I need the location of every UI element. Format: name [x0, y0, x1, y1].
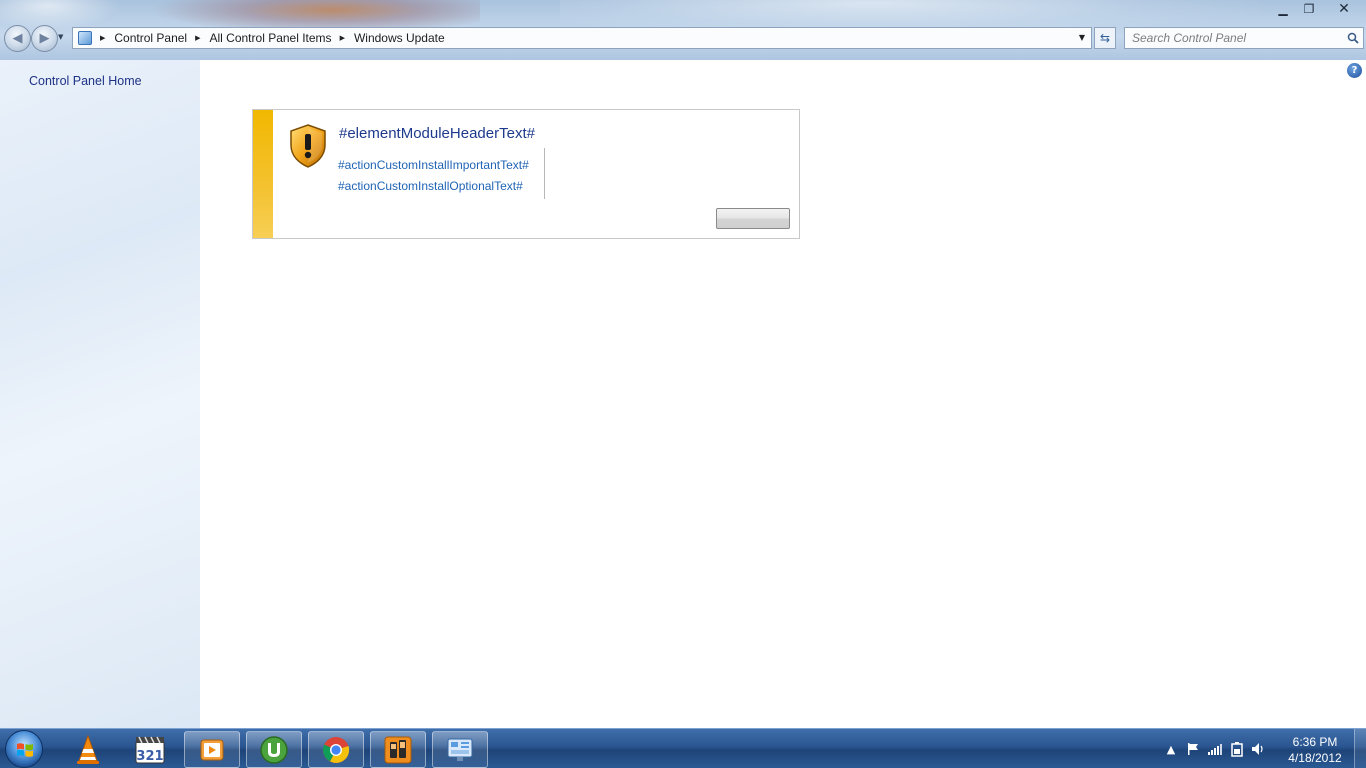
close-button[interactable]: ✕: [1322, 0, 1366, 18]
address-bar[interactable]: ▶ Control Panel ▶ All Control Panel Item…: [72, 27, 1092, 49]
utorrent-icon[interactable]: [246, 731, 302, 768]
video-player-icon[interactable]: [184, 731, 240, 768]
install-important-updates-link[interactable]: #actionCustomInstallImportantText#: [338, 158, 529, 172]
chrome-icon[interactable]: [308, 731, 364, 768]
search-box[interactable]: Search Control Panel: [1124, 27, 1364, 49]
control-panel-home-link[interactable]: Control Panel Home: [29, 74, 142, 88]
breadcrumb-separator-icon[interactable]: ▶: [195, 34, 200, 42]
control-panel-icon[interactable]: [432, 731, 488, 768]
clock-date: 4/18/2012: [1288, 751, 1342, 765]
address-history-dropdown-icon[interactable]: ▼: [1079, 33, 1085, 42]
back-arrow-icon: ◀: [12, 31, 23, 46]
breadcrumb-all-items[interactable]: All Control Panel Items: [210, 31, 332, 45]
maximize-button[interactable]: ❐: [1296, 0, 1322, 18]
update-status-module: #elementModuleHeaderText# #actionCustomI…: [252, 109, 800, 239]
breadcrumb-windows-update[interactable]: Windows Update: [354, 31, 445, 45]
breadcrumb-separator-icon[interactable]: ▶: [100, 34, 105, 42]
minimize-button[interactable]: ▁: [1270, 0, 1296, 18]
forward-button[interactable]: ▶: [31, 25, 58, 52]
taskbar: 321 ▲ 6:36 PM 4/18/2012: [0, 728, 1366, 768]
back-button[interactable]: ◀: [4, 25, 31, 52]
recent-pages-dropdown[interactable]: ▼: [58, 33, 63, 41]
control-panel-icon: [78, 31, 92, 45]
svg-text:321: 321: [136, 749, 163, 764]
show-hidden-icons-icon[interactable]: ▲: [1160, 739, 1182, 759]
breadcrumb-control-panel[interactable]: Control Panel: [114, 31, 187, 45]
main-content: ? #elementModuleHeaderText# #actionCusto…: [200, 60, 1366, 728]
install-optional-updates-link[interactable]: #actionCustomInstallOptionalText#: [338, 179, 523, 193]
notification-area: ▲: [1160, 729, 1270, 768]
window-titlebar: ▁ ❐ ✕ ◀ ▶ ▼ ▶ Control Panel ▶ All Contro…: [0, 0, 1366, 60]
left-navigation-pane: Control Panel Home: [0, 60, 200, 728]
module-header: #elementModuleHeaderText#: [339, 125, 535, 142]
network-signal-icon[interactable]: [1204, 739, 1226, 759]
refresh-icon: ⇆: [1099, 31, 1111, 45]
forward-arrow-icon: ▶: [39, 31, 50, 46]
show-desktop-button[interactable]: [1354, 729, 1366, 768]
start-button[interactable]: [5, 730, 43, 768]
action-center-flag-icon[interactable]: [1182, 739, 1204, 759]
vertical-divider: [544, 148, 545, 199]
search-input[interactable]: Search Control Panel: [1132, 31, 1343, 45]
search-icon[interactable]: [1343, 28, 1363, 48]
help-icon[interactable]: ?: [1347, 63, 1362, 78]
battery-power-icon[interactable]: [1226, 739, 1248, 759]
phone-app-icon[interactable]: [370, 731, 426, 768]
window-controls: ▁ ❐ ✕: [1270, 0, 1366, 18]
volume-speaker-icon[interactable]: [1248, 739, 1270, 759]
taskbar-clock[interactable]: 6:36 PM 4/18/2012: [1280, 734, 1350, 766]
vlc-icon[interactable]: [60, 731, 116, 768]
warning-status-stripe: [253, 110, 273, 238]
media-player-classic-icon[interactable]: 321: [122, 731, 178, 768]
warning-shield-icon: [290, 124, 326, 168]
clock-time: 6:36 PM: [1292, 735, 1338, 749]
breadcrumb-separator-icon[interactable]: ▶: [340, 34, 345, 42]
windows-logo-icon: [17, 743, 33, 757]
install-updates-button[interactable]: [716, 208, 790, 229]
refresh-button[interactable]: ⇆: [1094, 27, 1116, 49]
